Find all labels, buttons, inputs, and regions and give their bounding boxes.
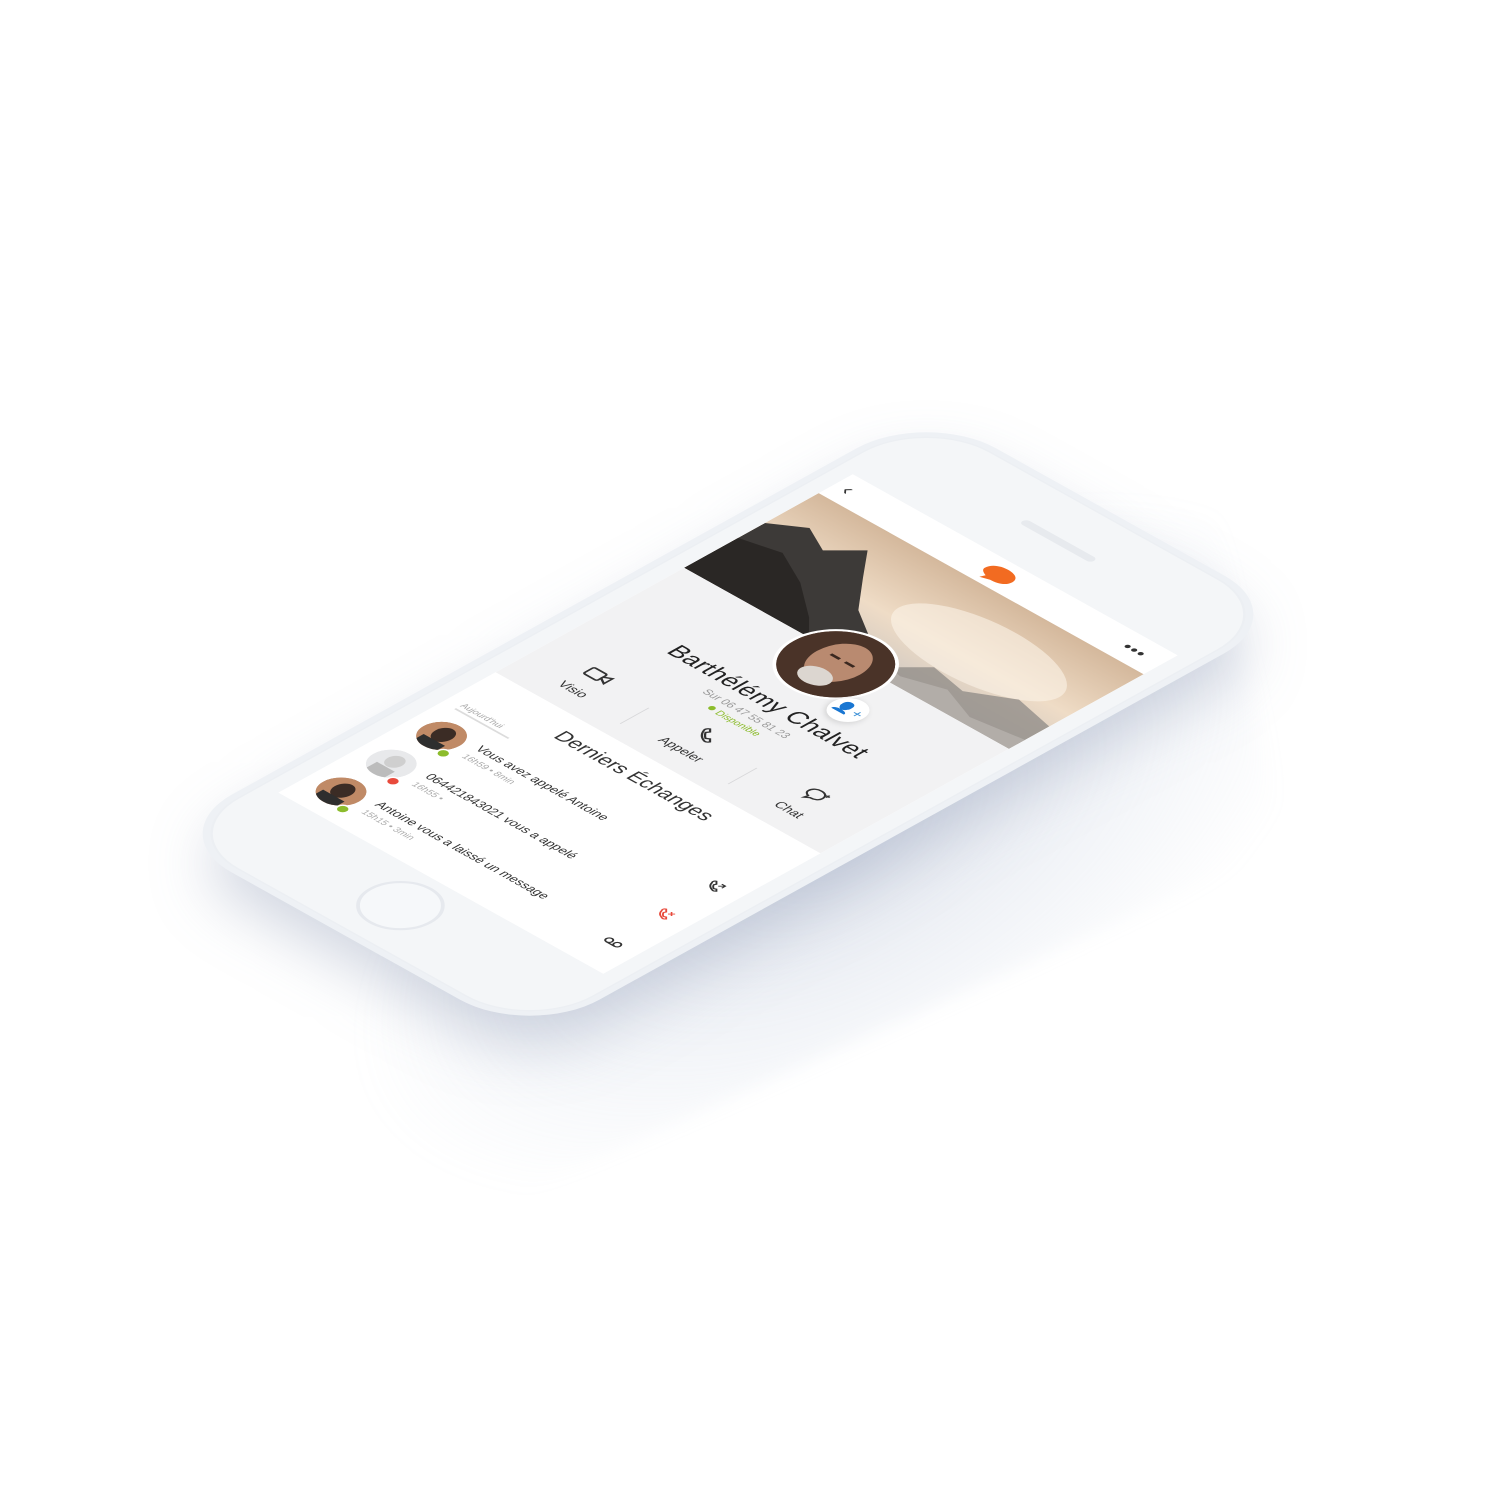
earpiece-speaker: [1018, 519, 1098, 563]
back-arrow-icon[interactable]: ‹: [835, 483, 874, 505]
presence-dot-icon: [706, 704, 718, 711]
voicemail-icon[interactable]: [594, 933, 630, 953]
add-person-icon: 👤+: [828, 698, 869, 721]
more-options-icon[interactable]: •••: [1116, 640, 1159, 664]
outgoing-call-icon[interactable]: [695, 877, 731, 897]
missed-call-icon[interactable]: [645, 905, 681, 925]
